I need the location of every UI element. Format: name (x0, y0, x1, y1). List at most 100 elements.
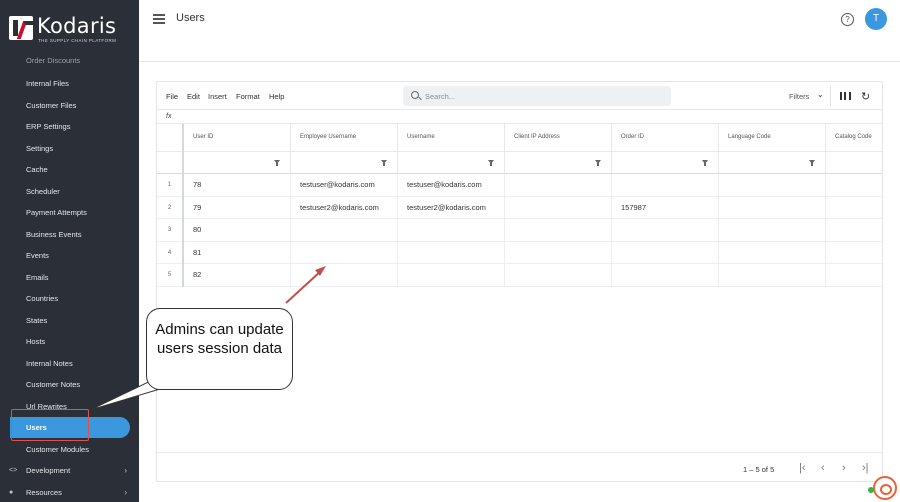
column-header-catalog-code[interactable]: Catalog Code (826, 124, 882, 152)
column-header-order-id[interactable]: Order ID (612, 124, 719, 152)
search-input[interactable] (425, 90, 655, 102)
table-cell[interactable] (826, 197, 882, 220)
table-cell[interactable] (826, 219, 882, 242)
sidebar-item-cache[interactable]: Cache (0, 159, 139, 180)
table-cell[interactable] (719, 241, 826, 264)
sidebar-group-resources[interactable]: ● Resources › (0, 482, 139, 502)
chat-widget-icon[interactable] (873, 476, 897, 500)
menu-file[interactable]: File (166, 92, 178, 101)
table-row[interactable]: 3 80 (157, 219, 882, 242)
refresh-icon[interactable]: ↻ (861, 90, 870, 103)
formula-bar[interactable]: fx (157, 110, 882, 124)
column-filter[interactable] (505, 152, 612, 174)
table-cell[interactable] (398, 219, 505, 242)
sidebar-item-internal-notes[interactable]: Internal Notes (0, 353, 139, 374)
previous-page-icon[interactable]: ‹ (821, 462, 825, 474)
table-cell[interactable] (291, 241, 398, 264)
column-filter[interactable] (612, 152, 719, 174)
table-cell[interactable] (291, 219, 398, 242)
filter-icon[interactable] (702, 160, 708, 166)
column-header-language-code[interactable]: Language Code (719, 124, 826, 152)
table-row[interactable]: 2 79 testuser2@kodaris.com testuser2@kodari… (157, 196, 882, 220)
table-cell[interactable]: 79 (184, 196, 291, 219)
sidebar-item-scheduler[interactable]: Scheduler (0, 181, 139, 202)
sidebar-item-countries[interactable]: Countries (0, 288, 139, 309)
user-avatar[interactable]: T (865, 8, 887, 30)
sidebar-item-payment-attempts[interactable]: Payment Attempts (0, 202, 139, 223)
sidebar-item-business-events[interactable]: Business Events (0, 224, 139, 245)
column-header-employee-username[interactable]: Employee Username (291, 124, 398, 152)
table-cell[interactable]: testuser@kodaris.com (398, 174, 505, 197)
chevron-down-icon[interactable]: ⌄ (817, 90, 824, 99)
table-cell[interactable] (505, 241, 612, 264)
table-cell[interactable] (505, 264, 612, 287)
next-page-icon[interactable]: › (842, 462, 846, 474)
menu-insert[interactable]: Insert (208, 92, 227, 101)
first-page-icon[interactable]: |‹ (799, 462, 806, 474)
table-cell[interactable] (612, 219, 719, 242)
last-page-icon[interactable]: ›| (862, 462, 869, 474)
column-header-client-ip[interactable]: Client IP Address (505, 124, 612, 152)
table-cell[interactable]: 78 (184, 174, 291, 197)
table-cell[interactable]: 157987 (612, 196, 719, 219)
table-cell[interactable] (505, 219, 612, 242)
sidebar-item-events[interactable]: Events (0, 245, 139, 266)
sidebar-item-customer-notes[interactable]: Customer Notes (0, 374, 139, 395)
menu-format[interactable]: Format (236, 92, 260, 101)
table-cell[interactable] (719, 174, 826, 197)
column-header-username[interactable]: Username (398, 124, 505, 152)
hamburger-menu-icon[interactable] (153, 14, 165, 24)
sidebar-item-order-discounts[interactable]: Order Discounts (0, 50, 139, 71)
table-cell[interactable] (719, 264, 826, 287)
table-cell[interactable] (398, 241, 505, 264)
column-filter[interactable] (826, 152, 882, 174)
column-filter[interactable] (291, 152, 398, 174)
column-filter[interactable] (184, 152, 291, 174)
menu-help[interactable]: Help (269, 92, 284, 101)
filter-icon[interactable] (595, 160, 601, 166)
sidebar-item-states[interactable]: States (0, 310, 139, 331)
table-cell[interactable] (719, 219, 826, 242)
table-row[interactable]: 1 78 testuser@kodaris.com testuser@kodaris.… (157, 174, 882, 197)
filter-icon[interactable] (809, 160, 815, 166)
filter-icon[interactable] (488, 160, 494, 166)
table-cell[interactable] (291, 264, 398, 287)
table-cell[interactable] (398, 264, 505, 287)
kodaris-logo[interactable]: Kodaris THE SUPPLY CHAIN PLATFORM (9, 14, 116, 46)
sidebar-item-customer-modules[interactable]: Customer Modules (0, 439, 139, 460)
search-box[interactable] (403, 86, 671, 106)
table-cell[interactable] (505, 196, 612, 219)
column-filter[interactable] (398, 152, 505, 174)
table-cell[interactable]: testuser2@kodaris.com (398, 196, 505, 219)
menu-edit[interactable]: Edit (187, 92, 200, 101)
table-cell[interactable] (612, 241, 719, 264)
table-cell[interactable]: testuser2@kodaris.com (291, 196, 398, 219)
sidebar-group-development[interactable]: <> Development › (0, 460, 139, 481)
sidebar-item-customer-files[interactable]: Customer Files (0, 95, 139, 116)
table-cell[interactable]: 82 (184, 264, 291, 287)
column-filter[interactable] (719, 152, 826, 174)
table-cell[interactable] (612, 264, 719, 287)
table-cell[interactable] (505, 174, 612, 197)
filter-icon[interactable] (274, 160, 280, 166)
table-cell[interactable] (826, 174, 882, 197)
table-cell[interactable] (826, 264, 882, 287)
columns-icon[interactable] (840, 92, 851, 100)
table-cell[interactable] (719, 196, 826, 219)
column-header-user-id[interactable]: User ID (184, 124, 291, 152)
table-cell[interactable] (826, 242, 882, 265)
sidebar-item-erp-settings[interactable]: ERP Settings (0, 116, 139, 137)
sidebar-item-settings[interactable]: Settings (0, 138, 139, 159)
table-row[interactable]: 4 81 (157, 241, 882, 265)
filter-icon[interactable] (381, 160, 387, 166)
sidebar-item-hosts[interactable]: Hosts (0, 331, 139, 352)
table-cell[interactable]: testuser@kodaris.com (291, 174, 398, 197)
table-cell[interactable]: 80 (184, 219, 291, 242)
table-cell[interactable] (612, 174, 719, 197)
table-row[interactable]: 5 82 (157, 264, 882, 287)
filters-button[interactable]: Filters (789, 92, 809, 101)
table-cell[interactable]: 81 (184, 241, 291, 264)
help-icon[interactable]: ? (841, 13, 854, 26)
sidebar-item-emails[interactable]: Emails (0, 267, 139, 288)
sidebar-item-internal-files[interactable]: Internal Files (0, 73, 139, 94)
